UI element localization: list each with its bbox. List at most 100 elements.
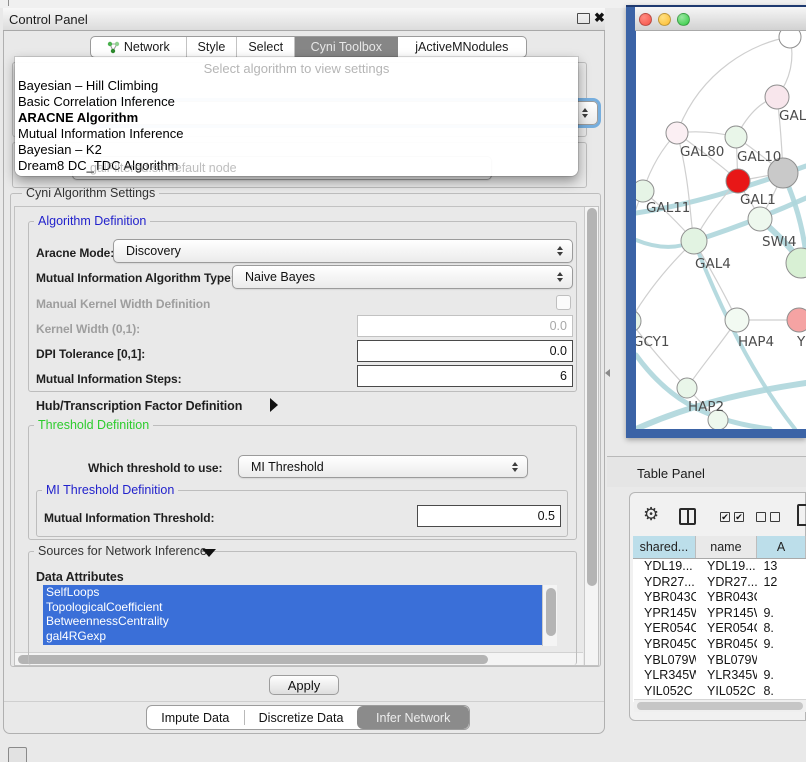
mi-threshold-group-title: MI Threshold Definition (42, 483, 178, 497)
algorithm-list: Bayesian – Hill ClimbingBasic Correlatio… (18, 78, 574, 174)
mi-type-combobox[interactable]: Naive Bayes (232, 265, 573, 289)
network-node-gal11[interactable] (636, 180, 654, 202)
network-edge[interactable] (636, 241, 694, 321)
table-cell: YBR045C (696, 637, 757, 653)
table-row[interactable]: YPR145WYPR145W9. (633, 606, 806, 622)
tab-impute-data[interactable]: Impute Data (147, 706, 244, 729)
table-horizontal-scrollbar[interactable] (634, 699, 806, 712)
data-attributes-list[interactable]: SelfLoopsTopologicalCoefficientBetweenne… (43, 585, 542, 645)
hub-expand-arrow-icon[interactable] (270, 398, 278, 412)
dpi-tolerance-field[interactable]: 0.0 (357, 340, 573, 362)
table-row[interactable]: YIL052CYIL052C8. (633, 684, 806, 700)
table-row[interactable]: YDL19...YDL19...13 (633, 559, 806, 575)
network-node-gal4[interactable] (681, 228, 707, 254)
table-column-header[interactable]: A (757, 536, 806, 558)
which-threshold-combobox[interactable]: MI Threshold (238, 455, 528, 478)
table-row[interactable]: YBL079WYBL079W (633, 653, 806, 669)
algorithm-list-item[interactable]: Bayesian – K2 (18, 142, 574, 158)
tab-jactivemnodules[interactable]: jActiveMNodules (398, 37, 526, 57)
network-edge[interactable] (677, 37, 790, 133)
attributes-scrollbar-thumb[interactable] (546, 588, 556, 636)
settings-vertical-scrollbar[interactable] (584, 207, 598, 665)
tab-style[interactable]: Style (187, 37, 238, 57)
aracne-mode-combobox[interactable]: Discovery (113, 239, 573, 263)
panel-splitter-arrow-icon[interactable] (605, 369, 610, 377)
table-columns-icon[interactable] (679, 508, 696, 525)
select-all-checkbox-icon[interactable]: ✔ (734, 512, 744, 522)
combo-stepper-icon (582, 108, 588, 118)
select-all-checkbox-icon[interactable]: ✔ (720, 512, 730, 522)
network-node-gcy1[interactable] (636, 310, 641, 332)
table-scrollbar-thumb[interactable] (637, 702, 803, 710)
table-cell: 8. (757, 621, 806, 637)
network-canvas[interactable]: GALGAL80GAL10GAL1GAL11SWI4GAL4GCY1HAP4YH… (636, 31, 806, 429)
dropdown-placeholder: Select algorithm to view settings (15, 61, 578, 76)
table-row[interactable]: YDR27...YDR27...12 (633, 575, 806, 591)
float-panel-icon[interactable] (577, 13, 590, 24)
table-row[interactable]: YER054CYER054C8. (633, 621, 806, 637)
table-cell: YBR043C (633, 590, 696, 606)
network-node-gal10[interactable] (725, 126, 747, 148)
threshold-definition-title: Threshold Definition (34, 418, 153, 432)
kernel-width-field[interactable]: 0.0 (357, 315, 573, 337)
table-row[interactable]: YBR045CYBR045C9. (633, 637, 806, 653)
close-panel-icon[interactable]: ✖ (594, 10, 605, 26)
close-window-icon[interactable] (639, 13, 652, 26)
table-cell: 9. (757, 668, 806, 684)
table-row[interactable]: YBR043CYBR043C (633, 590, 806, 606)
zoom-window-icon[interactable] (677, 13, 690, 26)
network-node-hap4[interactable] (725, 308, 749, 332)
tab-select[interactable]: Select (237, 37, 295, 57)
manual-kernel-checkbox[interactable] (556, 295, 571, 310)
deselect-all-checkbox-icon[interactable] (770, 512, 780, 522)
tab-infer-network[interactable]: Infer Network (357, 706, 469, 729)
minimized-panel-icon[interactable] (8, 747, 27, 762)
deselect-all-checkbox-icon[interactable] (756, 512, 766, 522)
algorithm-list-item[interactable]: Basic Correlation Inference (18, 94, 574, 110)
network-node-swi4[interactable] (748, 207, 772, 231)
network-node-gal[interactable] (765, 85, 789, 109)
tab-network[interactable]: Network (91, 37, 187, 57)
network-node[interactable] (786, 248, 806, 278)
algorithm-list-item[interactable]: ARACNE Algorithm (18, 110, 574, 126)
table-column-header[interactable]: shared... (633, 536, 696, 558)
tab-impute-data-label: Impute Data (161, 711, 229, 725)
network-node-gal1[interactable] (726, 169, 750, 193)
mi-steps-field[interactable]: 6 (357, 365, 573, 387)
tab-discretize-data[interactable]: Discretize Data (245, 706, 358, 729)
data-attribute-item[interactable]: BetweennessCentrality (43, 614, 542, 629)
vscrollbar-thumb[interactable] (587, 208, 597, 586)
minimize-window-icon[interactable] (658, 13, 671, 26)
apply-button[interactable]: Apply (269, 675, 339, 695)
network-edge[interactable] (687, 320, 737, 388)
network-node-label: GAL1 (740, 192, 776, 208)
algorithm-dropdown-popup: Select algorithm to view settings Bayesi… (15, 57, 578, 176)
tab-cyni-toolbox[interactable]: Cyni Toolbox (295, 37, 398, 57)
data-attribute-item[interactable]: SelfLoops (43, 585, 542, 600)
algorithm-list-item[interactable]: Bayesian – Hill Climbing (18, 78, 574, 94)
table-column-header[interactable]: name (696, 536, 757, 558)
table-function-icon[interactable] (797, 504, 806, 526)
table-row[interactable]: YLR345WYLR345W9. (633, 668, 806, 684)
table-cell: YBR043C (696, 590, 757, 606)
top-tick (8, 0, 9, 6)
attributes-vertical-scrollbar[interactable] (542, 585, 557, 646)
tab-jactivemnodules-label: jActiveMNodules (415, 40, 508, 54)
network-edge[interactable] (636, 321, 687, 388)
algorithm-list-item[interactable]: Mutual Information Inference (18, 126, 574, 142)
bottom-separator (4, 701, 604, 702)
network-window-titlebar[interactable] (635, 7, 806, 31)
hub-section-label: Hub/Transcription Factor Definition (36, 399, 242, 413)
network-node-y[interactable] (787, 308, 806, 332)
sources-collapse-arrow-icon[interactable] (202, 549, 216, 557)
data-attribute-item[interactable]: TopologicalCoefficient (43, 600, 542, 615)
table-settings-gear-icon[interactable]: ⚙ (643, 504, 659, 525)
mi-threshold-field[interactable]: 0.5 (417, 505, 561, 527)
network-node-gal80[interactable] (666, 122, 688, 144)
table-cell: 9. (757, 637, 806, 653)
network-node-hap2[interactable] (677, 378, 697, 398)
network-node[interactable] (779, 31, 801, 48)
control-panel-title: Control Panel (9, 12, 88, 27)
data-attribute-item[interactable]: gal4RGexp (43, 629, 542, 644)
network-tab-icon (107, 41, 120, 54)
